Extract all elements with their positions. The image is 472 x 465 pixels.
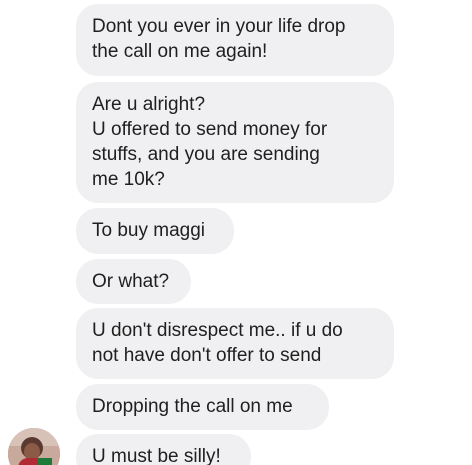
message-bubble-2[interactable]: Are u alright? U offered to send money f… xyxy=(76,82,394,203)
message-bubble-4[interactable]: Or what? xyxy=(76,259,191,304)
message-bubble-1[interactable]: Dont you ever in your life drop the call… xyxy=(76,4,394,76)
message-bubble-6[interactable]: Dropping the call on me xyxy=(76,384,329,430)
message-bubble-7[interactable]: U must be silly! xyxy=(76,434,251,465)
avatar-photo-icon xyxy=(8,428,60,465)
chat-conversation: Dont you ever in your life drop the call… xyxy=(0,0,472,465)
message-bubble-3[interactable]: To buy maggi xyxy=(76,208,234,254)
message-bubble-5[interactable]: U don't disrespect me.. if u do not have… xyxy=(76,308,394,379)
sender-avatar-icon[interactable] xyxy=(8,428,60,465)
